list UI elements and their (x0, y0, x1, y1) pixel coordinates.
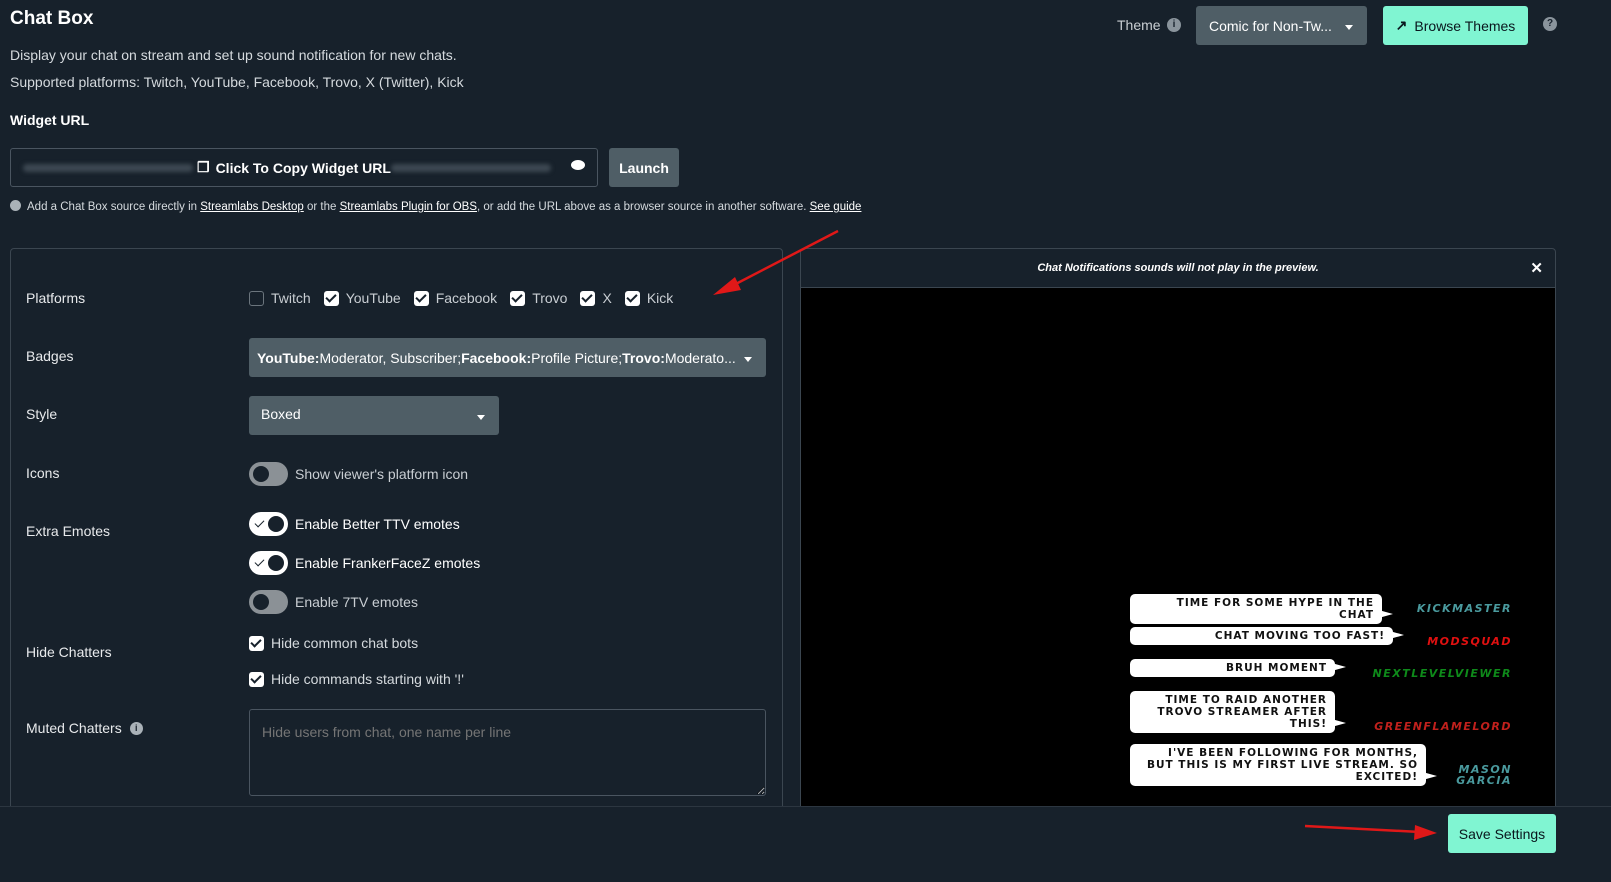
preview-panel: Chat Notifications sounds will not play … (800, 248, 1556, 828)
save-settings-button[interactable]: Save Settings (1448, 814, 1556, 853)
footer-bar (0, 806, 1611, 882)
bttv-toggle[interactable] (249, 512, 288, 536)
chevron-down-icon (477, 414, 485, 424)
info-icon[interactable]: i (1167, 18, 1181, 32)
external-link-icon: ↗ (1395, 17, 1408, 33)
streamlabs-obs-plugin-link[interactable]: Streamlabs Plugin for OBS (340, 201, 477, 213)
copy-icon: ❐ (197, 159, 210, 175)
chat-username: ModSquad (1427, 635, 1512, 648)
hide-chatters-label: Hide Chatters (26, 644, 112, 660)
chevron-down-icon (744, 356, 752, 366)
checkbox[interactable] (249, 635, 264, 651)
platform-icon-toggle[interactable] (249, 462, 288, 486)
checkbox[interactable] (413, 290, 429, 306)
page-title: Chat Box (10, 8, 94, 29)
extra-emotes-label: Extra Emotes (26, 523, 111, 539)
checkbox[interactable] (624, 290, 640, 306)
checkbox[interactable] (510, 290, 526, 306)
see-guide-link[interactable]: See guide (810, 201, 862, 213)
info-icon (10, 200, 21, 211)
chat-username: Mason Garcia (1456, 763, 1512, 787)
badges-label: Badges (26, 348, 74, 364)
platform-trovo[interactable]: Trovo (510, 290, 567, 306)
chat-username: GreenFlameLord (1374, 720, 1512, 733)
7tv-toggle[interactable] (249, 590, 288, 614)
platforms-label: Platforms (26, 290, 86, 306)
7tv-label: Enable 7TV emotes (295, 594, 418, 610)
style-label: Style (26, 406, 58, 422)
theme-label: Theme (1117, 17, 1161, 33)
platform-facebook[interactable]: Facebook (413, 290, 497, 306)
description: Display your chat on stream and set up s… (10, 47, 457, 63)
ffz-toggle[interactable] (249, 551, 288, 575)
widget-url-field[interactable]: ❐ Click To Copy Widget URL (10, 148, 598, 187)
muted-chatters-input[interactable] (249, 709, 766, 796)
streamlabs-desktop-link[interactable]: Streamlabs Desktop (200, 201, 304, 213)
hide-commands-option[interactable]: Hide commands starting with '!' (249, 671, 464, 687)
help-icon[interactable]: ? (1543, 17, 1557, 31)
widget-url-label: Widget URL (10, 112, 90, 128)
style-select[interactable]: Boxed (249, 396, 499, 435)
checkbox[interactable] (249, 290, 264, 306)
chevron-down-icon (1345, 24, 1353, 34)
platform-icon-toggle-label: Show viewer's platform icon (295, 466, 469, 482)
platform-kick[interactable]: Kick (624, 290, 673, 306)
chat-message: Time to raid another Trovo streamer afte… (1130, 691, 1346, 733)
eye-icon[interactable] (571, 160, 585, 170)
chat-message: Chat moving too fast! (1130, 627, 1404, 645)
chat-message: Bruh moment (1130, 659, 1346, 677)
widget-hint: Add a Chat Box source directly in Stream… (10, 200, 861, 213)
theme-value: Comic for Non-Tw... (1209, 17, 1332, 34)
chat-username: KickMaster (1416, 602, 1512, 615)
muted-chatters-label: Muted Chatters i (26, 720, 143, 736)
theme-select[interactable]: Comic for Non-Tw... (1196, 6, 1367, 45)
ffz-label: Enable FrankerFaceZ emotes (295, 555, 481, 571)
checkbox[interactable] (249, 671, 264, 687)
browse-themes-label: Browse Themes (1414, 17, 1516, 34)
chat-message: I've been following for months, but this… (1130, 744, 1437, 786)
copy-url-label: Click To Copy Widget URL (215, 159, 391, 176)
browse-themes-button[interactable]: ↗ Browse Themes (1383, 6, 1528, 45)
platform-twitch[interactable]: Twitch (249, 290, 311, 306)
preview-notice: Chat Notifications sounds will not play … (801, 249, 1555, 288)
supported-platforms: Supported platforms: Twitch, YouTube, Fa… (10, 74, 464, 90)
platform-x[interactable]: X (580, 290, 612, 306)
checkbox[interactable] (323, 290, 339, 306)
bttv-label: Enable Better TTV emotes (295, 516, 460, 532)
platforms-checkboxes: Twitch YouTube Facebook Trovo X Kick (249, 290, 686, 306)
launch-button[interactable]: Launch (609, 148, 679, 187)
platform-youtube[interactable]: YouTube (323, 290, 401, 306)
hide-bots-option[interactable]: Hide common chat bots (249, 635, 418, 651)
close-icon[interactable]: ✕ (1530, 259, 1543, 277)
chat-message: Time for some hype in the chat (1130, 594, 1393, 624)
badges-select[interactable]: YouTube: Moderator, Subscriber; Facebook… (249, 338, 766, 377)
icons-label: Icons (26, 465, 60, 481)
info-icon[interactable]: i (129, 721, 143, 735)
chat-username: NextLevelViewer (1372, 667, 1512, 680)
checkbox[interactable] (580, 290, 596, 306)
